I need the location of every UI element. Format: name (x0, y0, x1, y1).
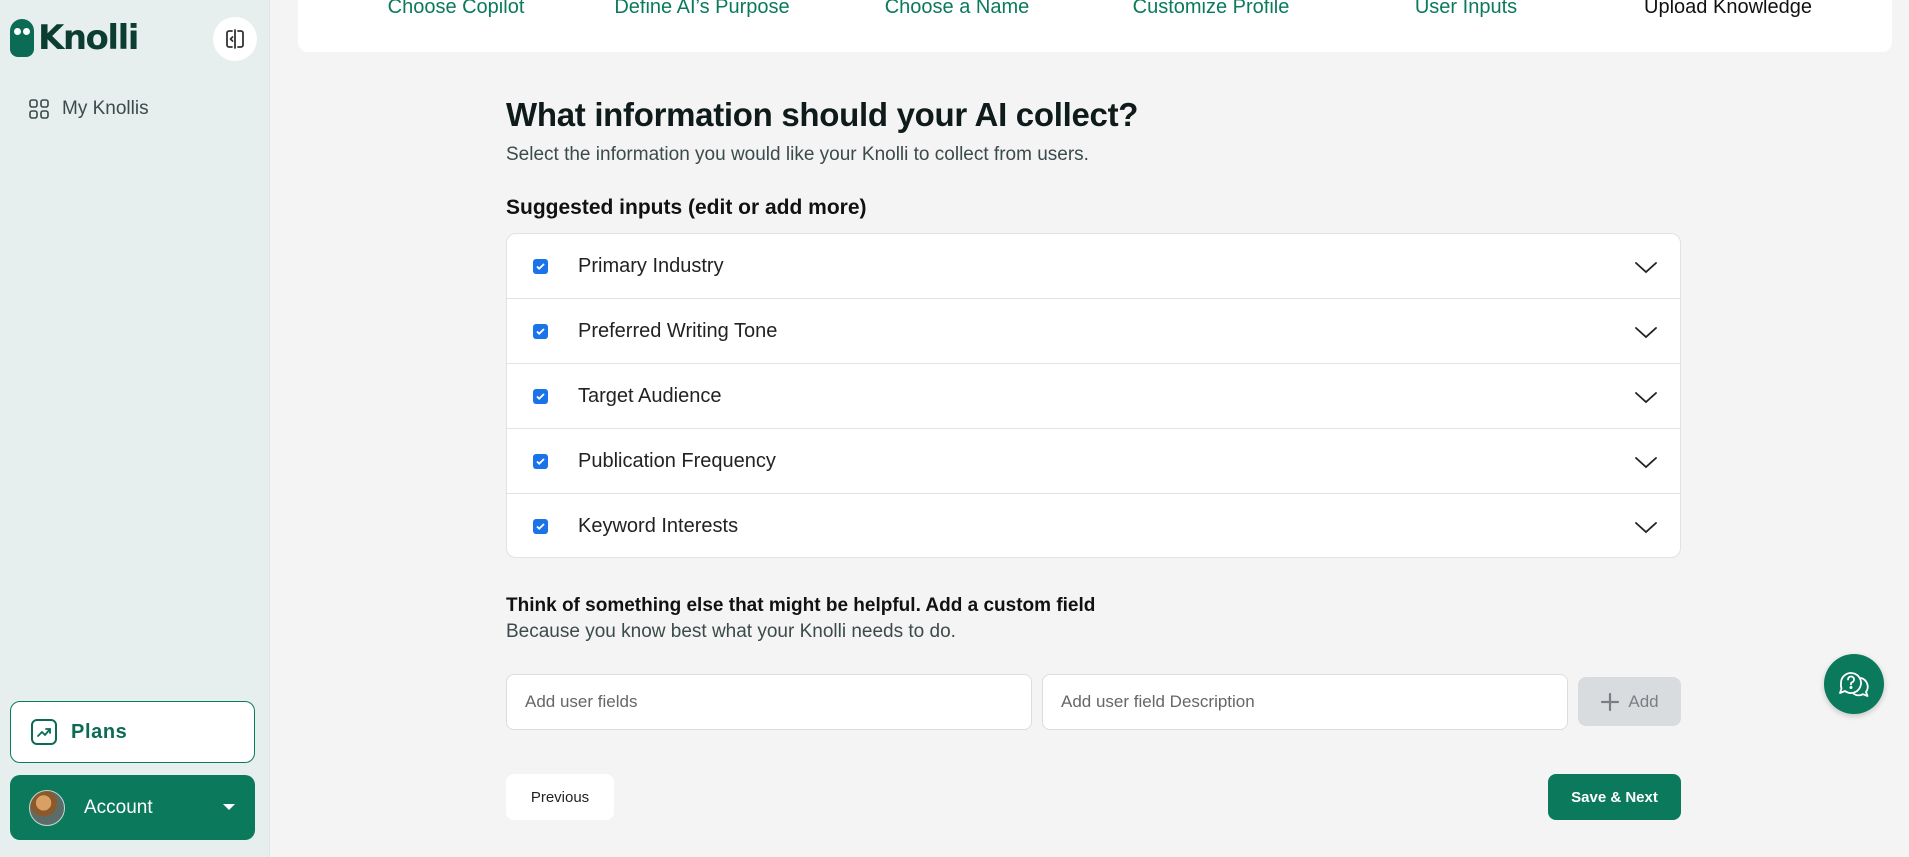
plans-label: Plans (71, 720, 128, 743)
list-item[interactable]: Publication Frequency (507, 429, 1680, 494)
support-chat-button[interactable] (1824, 654, 1884, 714)
sidebar-item-my-knollis[interactable]: My Knollis (28, 98, 149, 120)
input-label: Publication Frequency (578, 450, 776, 472)
chevron-down-icon[interactable] (1634, 516, 1658, 538)
trending-up-icon (31, 719, 57, 745)
step-choose-name[interactable]: Choose a Name (859, 0, 1055, 22)
step-choose-copilot[interactable]: Choose Copilot (358, 0, 554, 22)
input-label: Keyword Interests (578, 515, 739, 537)
step-upload-knowledge[interactable]: Upload Knowledge (1618, 0, 1838, 22)
list-item[interactable]: Keyword Interests (507, 494, 1680, 557)
step-define-purpose[interactable]: Define AI’s Purpose (604, 0, 800, 22)
step-user-inputs[interactable]: User Inputs (1368, 0, 1564, 22)
caret-down-icon (223, 804, 235, 810)
sidebar: Knolli My Knollis Plans Account (0, 0, 270, 857)
save-next-button[interactable]: Save & Next (1548, 774, 1681, 820)
checkbox-checked[interactable] (533, 519, 548, 534)
suggested-inputs-list: Primary Industry Preferred Writing Tone … (506, 233, 1681, 558)
list-item[interactable]: Primary Industry (507, 234, 1680, 299)
grid-icon (29, 99, 49, 119)
avatar (29, 789, 65, 826)
sidebar-item-label: My Knollis (62, 98, 149, 119)
step-customize-profile[interactable]: Customize Profile (1113, 0, 1309, 22)
previous-button[interactable]: Previous (506, 774, 614, 820)
list-item[interactable]: Preferred Writing Tone (507, 299, 1680, 364)
input-label: Primary Industry (578, 255, 724, 277)
list-item[interactable]: Target Audience (507, 364, 1680, 429)
owl-logo-icon (10, 19, 34, 57)
previous-label: Previous (530, 788, 590, 806)
input-label: Target Audience (578, 385, 722, 407)
knolli-logo[interactable]: Knolli (10, 18, 139, 58)
custom-field-heading: Think of something else that might be he… (506, 595, 1096, 616)
account-label: Account (84, 796, 153, 818)
collapse-sidebar-button[interactable] (213, 17, 257, 61)
logo-text: Knolli (38, 18, 139, 58)
user-field-name-input[interactable] (506, 674, 1032, 730)
input-label: Preferred Writing Tone (578, 320, 778, 342)
page-subtitle: Select the information you would like yo… (506, 144, 1089, 165)
save-next-label: Save & Next (1571, 788, 1658, 806)
add-label: Add (1628, 691, 1659, 711)
plus-icon (1601, 692, 1620, 711)
collapse-sidebar-icon (226, 29, 244, 49)
chevron-down-icon[interactable] (1634, 386, 1658, 408)
page-title: What information should your AI collect? (506, 96, 1139, 133)
wizard-stepper: Choose Copilot Define AI’s Purpose Choos… (298, 0, 1892, 52)
user-field-description-input[interactable] (1042, 674, 1568, 730)
account-button[interactable]: Account (10, 775, 255, 840)
checkbox-checked[interactable] (533, 324, 548, 339)
chevron-down-icon[interactable] (1634, 321, 1658, 343)
plans-button[interactable]: Plans (10, 701, 255, 763)
checkbox-checked[interactable] (533, 389, 548, 404)
suggested-inputs-heading: Suggested inputs (edit or add more) (506, 196, 867, 219)
chevron-down-icon[interactable] (1634, 451, 1658, 473)
checkbox-checked[interactable] (533, 259, 548, 274)
add-field-button[interactable]: Add (1578, 677, 1681, 726)
checkbox-checked[interactable] (533, 454, 548, 469)
custom-field-subtitle: Because you know best what your Knolli n… (506, 621, 956, 642)
chevron-down-icon[interactable] (1634, 256, 1658, 278)
chat-help-icon (1839, 672, 1869, 697)
